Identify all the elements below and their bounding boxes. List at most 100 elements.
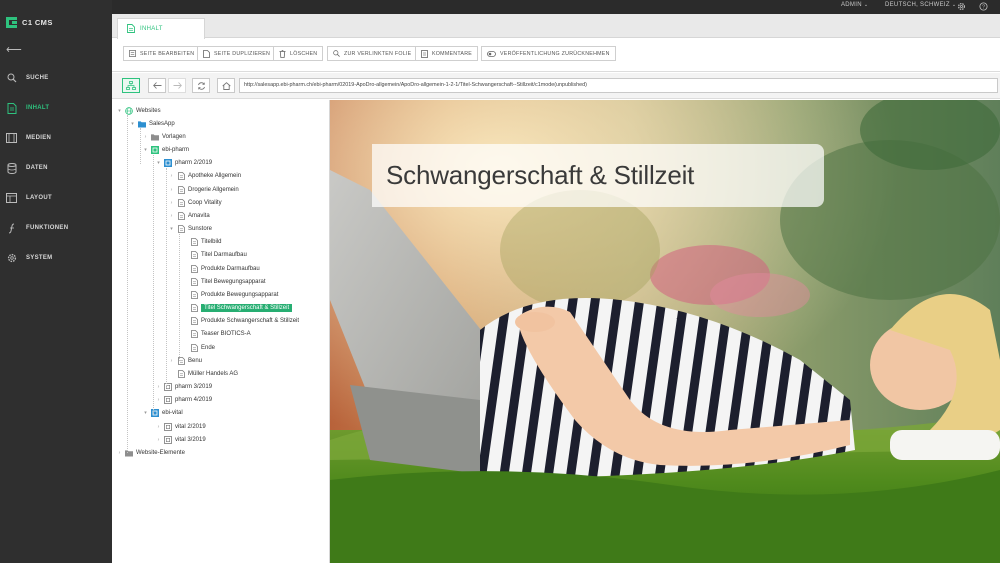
chevron-right-icon[interactable]: › <box>156 437 161 443</box>
page-icon <box>127 20 135 38</box>
tree-node[interactable]: › vital 3/2019 <box>156 434 206 445</box>
slide-title-card: Schwangerschaft & Stillzeit <box>372 144 824 207</box>
tree-guide-line <box>179 233 180 362</box>
gear-icon[interactable] <box>956 2 966 12</box>
chevron-down-icon[interactable]: ▾ <box>143 147 148 153</box>
forward-button[interactable] <box>168 78 186 93</box>
tree-node-label: Vorlagen <box>162 133 186 140</box>
chevron-down-icon[interactable]: ▾ <box>169 226 174 232</box>
home-button[interactable] <box>217 78 235 93</box>
chevron-right-icon[interactable]: › <box>169 187 174 193</box>
button-label: SEITE BEARBEITEN <box>140 50 195 57</box>
chevron-right-icon[interactable]: › <box>169 213 174 219</box>
tree-node[interactable]: › Benu <box>169 355 202 366</box>
tree-node[interactable]: Titel Darmaufbau <box>182 250 247 261</box>
tree-node[interactable]: Produkte Schwangerschaft & Stillzeit <box>182 316 299 327</box>
unpublish-button[interactable]: VERÖFFENTLICHUNG ZURÜCKNEHMEN <box>481 46 616 61</box>
refresh-button[interactable] <box>192 78 210 93</box>
tree-node[interactable]: › vital 2/2019 <box>156 421 206 432</box>
chevron-right-icon[interactable]: › <box>156 424 161 430</box>
sidebar-item-label: FUNKTIONEN <box>26 225 69 231</box>
tree-node[interactable]: Müller Handels AG <box>169 368 238 379</box>
layout-icon <box>6 193 17 204</box>
page-icon <box>177 185 185 194</box>
tree-node[interactable]: ▾ ebi-pharm <box>143 145 189 156</box>
edit-icon <box>129 50 136 57</box>
page-preview[interactable]: Schwangerschaft & Stillzeit <box>330 100 1000 563</box>
tree-node[interactable]: › Drogerie Allgemein <box>169 184 239 195</box>
tree-node[interactable]: Titel Bewegungsapparat <box>182 276 266 287</box>
tree-node-label: SalesApp <box>149 120 175 127</box>
sidebar-item-inhalt[interactable]: INHALT <box>0 97 112 119</box>
c1-logo-icon <box>6 17 17 28</box>
user-menu[interactable]: ADMIN ⌄ <box>841 2 868 8</box>
tree-node[interactable]: Produkte Bewegungsapparat <box>182 289 278 300</box>
app-name: C1 CMS <box>22 18 53 27</box>
url-field[interactable]: http://salesapp.ebi-pharm.ch/ebi-pharm/0… <box>239 78 998 93</box>
tree-node[interactable]: Titelbild <box>182 237 221 248</box>
tree-node[interactable]: Produkte Darmaufbau <box>182 263 260 274</box>
tree-node[interactable]: ▾ pharm 2/2019 <box>156 158 212 169</box>
tree-node-label: Website-Elemente <box>136 449 185 456</box>
chevron-right-icon[interactable]: › <box>169 358 174 364</box>
delete-button[interactable]: LÖSCHEN <box>273 46 324 61</box>
tree-node[interactable]: Ende <box>182 342 215 353</box>
help-icon[interactable]: ? <box>978 2 988 12</box>
tree-node[interactable]: ▾ Sunstore <box>169 224 212 235</box>
tree-node[interactable]: ▾ SalesApp <box>130 118 175 129</box>
sidebar-item-label: INHALT <box>26 105 50 111</box>
comments-button[interactable]: KOMMENTARE <box>415 46 479 61</box>
sidebar-item-system[interactable]: SYSTEM <box>0 247 112 269</box>
cms-app: ADMIN ⌄ DEUTSCH, SCHWEIZ ⌄ ? C1 CMS ⟵ SUCH… <box>0 0 1000 563</box>
tab-inhalt[interactable]: INHALT <box>117 18 205 39</box>
tree-guide-line <box>153 154 154 414</box>
tree-node[interactable]: ▾ ebi-vital <box>143 408 183 419</box>
sidebar-item-suche[interactable]: SUCHE <box>0 67 112 89</box>
site-icon <box>164 159 172 168</box>
chevron-right-icon[interactable]: › <box>156 397 161 403</box>
tree-node-label: Müller Handels AG <box>188 370 239 377</box>
chevron-right-icon[interactable]: › <box>169 200 174 206</box>
toolbar: SEITE BEARBEITEN SEITE DUPLIZIEREN LÖSCH… <box>112 39 1000 72</box>
back-button[interactable] <box>148 78 166 93</box>
tree-node[interactable]: › pharm 4/2019 <box>156 395 212 406</box>
chevron-right-icon[interactable]: › <box>117 450 122 456</box>
tree-view-toggle[interactable] <box>122 78 140 93</box>
tree-node[interactable]: Teaser BIOTICS-A <box>182 329 251 340</box>
sidebar-item-daten[interactable]: DATEN <box>0 157 112 179</box>
tree-node[interactable]: Titel Schwangerschaft & Stillzeit <box>182 303 293 314</box>
chevron-down-icon[interactable]: ▾ <box>130 121 135 127</box>
sidebar-item-layout[interactable]: LAYOUT <box>0 187 112 209</box>
tree-node-label: Produkte Schwangerschaft & Stillzeit <box>201 318 300 325</box>
tree-node[interactable]: › Coop Vitality <box>169 197 222 208</box>
page-icon <box>190 290 198 299</box>
sidebar-item-funktionen[interactable]: FUNKTIONEN <box>0 217 112 239</box>
chevron-down-icon[interactable]: ▾ <box>117 108 122 114</box>
language-menu[interactable]: DEUTSCH, SCHWEIZ ⌄ <box>885 2 956 8</box>
tree-node-label: Titel Darmaufbau <box>201 252 247 259</box>
sidebar-item-medien[interactable]: MEDIEN <box>0 127 112 149</box>
chevron-down-icon[interactable]: ▾ <box>156 160 161 166</box>
chevron-right-icon[interactable]: › <box>169 173 174 179</box>
tree-node-label: ebi-pharm <box>162 147 190 153</box>
tree-node[interactable]: › Amavita <box>169 210 210 221</box>
duplicate-page-button[interactable]: SEITE DUPLIZIEREN <box>197 46 277 61</box>
tree-node[interactable]: ▾ Websites <box>117 105 161 116</box>
chevron-right-icon[interactable]: › <box>156 384 161 390</box>
chevron-right-icon[interactable]: › <box>143 134 148 140</box>
site-icon <box>164 435 172 444</box>
tree-node-label: Teaser BIOTICS-A <box>201 331 251 338</box>
tree-node[interactable]: › Vorlagen <box>143 131 186 142</box>
gear-icon <box>6 253 17 264</box>
linked-slide-button[interactable]: ZUR VERLINKTEN FOLIE <box>327 46 418 61</box>
tree-node-label: pharm 2/2019 <box>175 160 213 167</box>
button-label: ZUR VERLINKTEN FOLIE <box>344 50 412 57</box>
back-arrow-icon[interactable]: ⟵ <box>6 43 22 56</box>
app-logo: C1 CMS <box>6 17 53 28</box>
tree-node-label: pharm 4/2019 <box>175 397 213 404</box>
page-icon <box>190 238 198 247</box>
tree-node[interactable]: › pharm 3/2019 <box>156 382 212 393</box>
edit-page-button[interactable]: SEITE BEARBEITEN <box>123 46 201 61</box>
chevron-down-icon[interactable]: ▾ <box>143 410 148 416</box>
tree-node[interactable]: › Apotheke Allgemein <box>169 171 241 182</box>
